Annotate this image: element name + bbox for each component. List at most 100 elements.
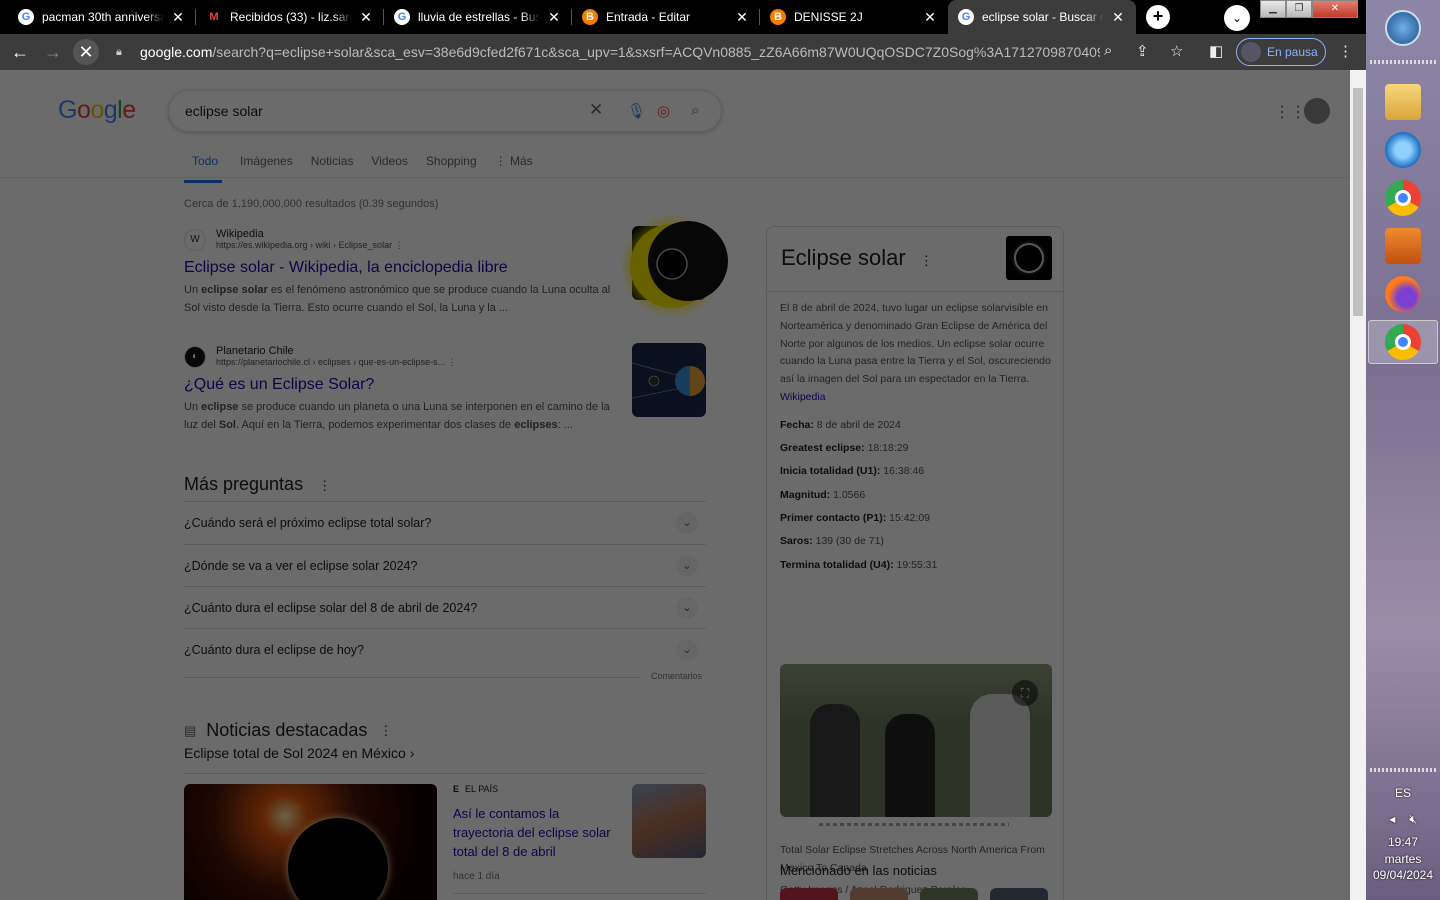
close-window-button[interactable]: ✕: [1312, 0, 1358, 18]
stop-loading-icon[interactable]: ✕: [73, 39, 99, 65]
bookmark-star-icon[interactable]: ☆: [1170, 42, 1183, 60]
avatar[interactable]: [1304, 98, 1330, 124]
clock-day[interactable]: martes: [1366, 852, 1440, 866]
grip: [1370, 60, 1436, 64]
back-arrow-icon[interactable]: ←: [7, 39, 33, 65]
paa-question[interactable]: ¿Cuánto dura el eclipse solar del 8 de a…: [184, 586, 706, 629]
zoom-icon[interactable]: ⌕: [1104, 42, 1112, 59]
paa-question[interactable]: ¿Cuánto dura el eclipse de hoy? ⌄: [184, 628, 706, 671]
tab-pacman[interactable]: G pacman 30th anniversary ✕: [8, 0, 196, 34]
mentioned-thumb[interactable]: [780, 888, 838, 900]
tab-title: Recibidos (33) - liz.santi: [230, 10, 352, 24]
tab-imagenes[interactable]: Imágenes: [240, 154, 293, 183]
search-icon[interactable]: ⌕: [691, 102, 699, 119]
close-tab-icon[interactable]: ✕: [170, 9, 186, 26]
news-image-eclipse[interactable]: [184, 784, 437, 900]
feedback-link[interactable]: Comentarios: [651, 671, 702, 681]
close-tab-icon[interactable]: ✕: [922, 9, 938, 26]
show-hidden-icons-icon[interactable]: ◂: [1389, 812, 1395, 826]
scrollbar-thumb[interactable]: [1353, 88, 1363, 316]
tab-todo[interactable]: Todo: [184, 154, 223, 183]
result-thumbnail-eclipse[interactable]: [620, 214, 728, 318]
mentioned-thumb[interactable]: [850, 888, 908, 900]
tab-title: pacman 30th anniversary: [42, 10, 164, 24]
volume-muted-icon[interactable]: 🔇︎: [1409, 812, 1417, 826]
tab-search-chevron-icon[interactable]: ⌄: [1224, 5, 1250, 31]
tab-mas[interactable]: ⋮ Más: [495, 154, 551, 183]
kp-image[interactable]: [1006, 236, 1052, 280]
tab-denisse[interactable]: B DENISSE 2J ✕: [760, 0, 948, 34]
tab-noticias[interactable]: Noticias: [311, 154, 354, 183]
restore-button[interactable]: ❐: [1286, 0, 1312, 18]
lens-camera-icon[interactable]: ◎: [657, 102, 670, 120]
close-tab-icon[interactable]: ✕: [546, 9, 562, 26]
mentioned-thumb[interactable]: [990, 888, 1048, 900]
search-box[interactable]: eclipse solar ✕ 🎙︎ ◎ ⌕: [168, 90, 722, 132]
kp-photo[interactable]: ⛶: [780, 664, 1052, 817]
chrome-icon[interactable]: [1385, 180, 1421, 216]
more-options-icon[interactable]: ⋮: [920, 253, 933, 268]
search-input[interactable]: eclipse solar: [185, 103, 263, 119]
carousel-dots[interactable]: [819, 823, 1009, 826]
kp-fact: Magnitud: 1.0566: [780, 489, 866, 501]
eclipse-diagram-icon: [632, 362, 706, 399]
window-controls: ▁ ❐ ✕: [1260, 0, 1358, 18]
tab-eclipse-active[interactable]: G eclipse solar - Buscar con Google ✕: [948, 0, 1136, 34]
close-tab-icon[interactable]: ✕: [358, 9, 374, 26]
more-options-icon[interactable]: ⋮: [318, 478, 331, 493]
result-url: https://planetariochile.cl › eclipses › …: [216, 357, 457, 367]
paused-label: En pausa: [1267, 45, 1318, 59]
chevron-down-icon: ⌄: [676, 555, 698, 577]
folder-icon[interactable]: [1385, 84, 1421, 120]
chevron-down-icon: ⌄: [676, 512, 698, 534]
paa-question[interactable]: ¿Dónde se va a ver el eclipse solar 2024…: [184, 544, 706, 587]
tab-shopping[interactable]: Shopping: [426, 154, 477, 183]
windows-start-icon[interactable]: [1385, 10, 1421, 46]
result-title-link[interactable]: ¿Qué es un Eclipse Solar?: [184, 376, 614, 394]
news-title-link[interactable]: Así le contamos la trayectoria del eclip…: [453, 804, 618, 861]
language-indicator[interactable]: ES: [1366, 786, 1440, 800]
tab-videos[interactable]: Videos: [371, 154, 407, 183]
share-icon[interactable]: ⇪: [1136, 42, 1149, 60]
result-title-link[interactable]: Eclipse solar - Wikipedia, la encicloped…: [184, 259, 614, 277]
clear-icon[interactable]: ✕: [589, 100, 603, 120]
kp-fact: Greatest eclipse: 18:18:29: [780, 442, 909, 454]
microphone-icon[interactable]: 🎙︎: [627, 102, 646, 120]
kp-fact: Primer contacto (P1): 15:42:09: [780, 512, 930, 524]
clock-date[interactable]: 09/04/2024: [1366, 868, 1440, 882]
internet-explorer-icon[interactable]: [1385, 132, 1421, 168]
forward-arrow-icon[interactable]: →: [40, 39, 66, 65]
new-tab-button[interactable]: +: [1146, 5, 1170, 29]
news-thumbnail[interactable]: [632, 784, 706, 858]
avatar: [1241, 42, 1261, 62]
tab-lluvia[interactable]: G lluvia de estrellas - Buscar ✕: [384, 0, 572, 34]
chrome-active-icon[interactable]: [1385, 324, 1421, 360]
side-panel-icon[interactable]: ◧: [1209, 42, 1223, 60]
more-options-icon[interactable]: ⋮: [448, 357, 457, 367]
mentioned-thumb[interactable]: [920, 888, 978, 900]
minimize-button[interactable]: ▁: [1260, 0, 1286, 18]
google-logo[interactable]: Google: [58, 96, 136, 125]
tab-title: eclipse solar - Buscar con Google: [982, 10, 1104, 24]
news-topic-link[interactable]: Eclipse total de Sol 2024 en México ›: [184, 745, 414, 761]
close-tab-icon[interactable]: ✕: [1110, 9, 1126, 26]
tab-title: Entrada - Editar: [606, 10, 691, 24]
firefox-icon[interactable]: [1385, 276, 1421, 312]
eclipse-crescent-icon: [620, 214, 728, 318]
result-snippet: Un eclipse se produce cuando un planeta …: [184, 401, 610, 431]
address-bar[interactable]: 🔒︎ google.com/search?q=eclipse+solar&sca…: [110, 38, 1230, 66]
more-options-icon[interactable]: ⋮: [379, 723, 392, 739]
paa-question[interactable]: ¿Cuándo será el próximo eclipse total so…: [184, 501, 706, 544]
tab-entrada[interactable]: B Entrada - Editar ✕: [572, 0, 760, 34]
vertical-scrollbar[interactable]: [1350, 70, 1366, 900]
tab-gmail[interactable]: M Recibidos (33) - liz.santi ✕: [196, 0, 384, 34]
profile-paused-button[interactable]: En pausa: [1236, 38, 1326, 66]
close-tab-icon[interactable]: ✕: [734, 9, 750, 26]
kp-source-link[interactable]: Wikipedia: [780, 391, 826, 403]
clock-time[interactable]: 19:47: [1366, 835, 1440, 849]
more-options-icon[interactable]: ⋮: [395, 240, 404, 250]
fullscreen-icon[interactable]: ⛶: [1012, 680, 1038, 706]
menu-kebab-icon[interactable]: ⋮: [1338, 42, 1353, 60]
media-player-icon[interactable]: [1385, 228, 1421, 264]
result-thumbnail-diagram[interactable]: [632, 343, 706, 417]
